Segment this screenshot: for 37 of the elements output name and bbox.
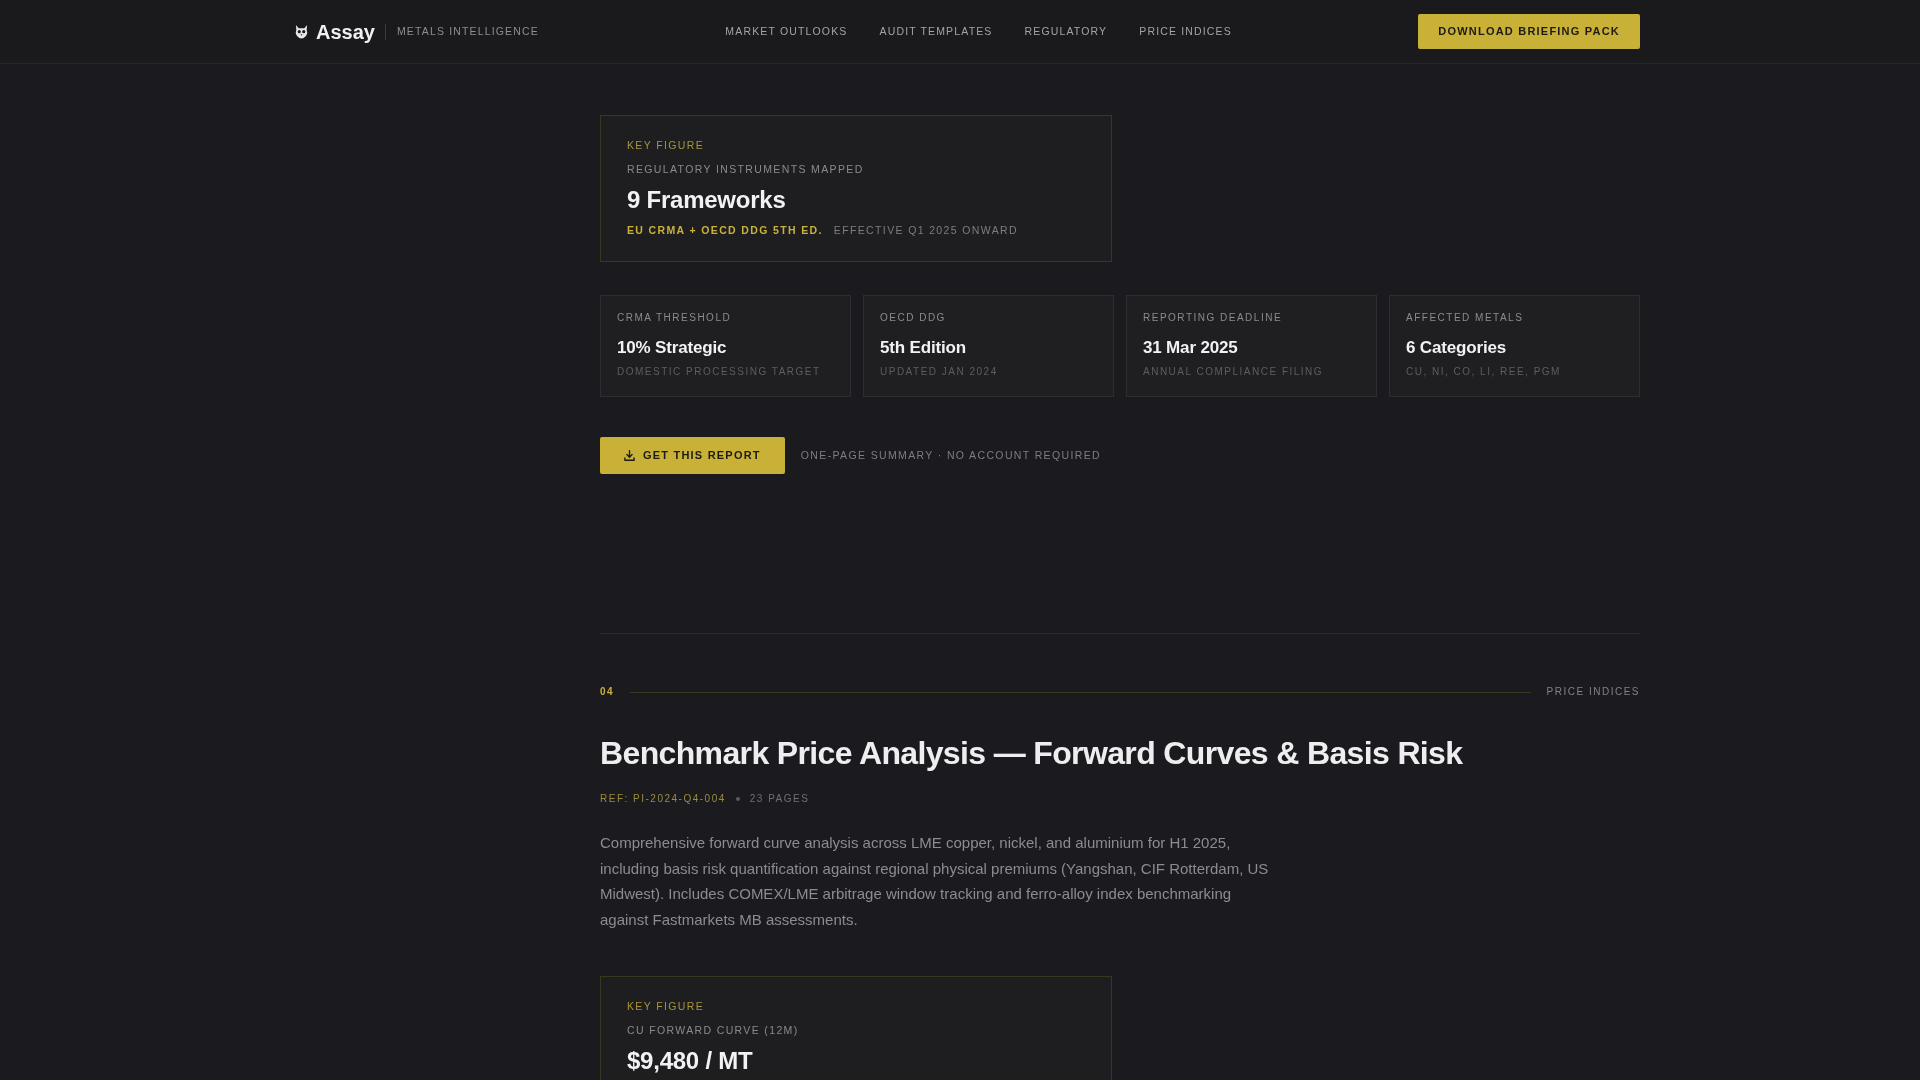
section-title: Benchmark Price Analysis — Forward Curves & Basis Risk bbox=[600, 734, 1464, 773]
download-icon bbox=[624, 450, 635, 461]
nav-link[interactable]: PRICE INDICES bbox=[1139, 26, 1232, 37]
figure-value: 9 Frameworks bbox=[627, 186, 787, 214]
stat-value: 31 Mar 2025 bbox=[1143, 337, 1239, 359]
stat-label: OECD DDG bbox=[880, 311, 947, 325]
stat-label: REPORTING DEADLINE bbox=[1143, 311, 1284, 325]
figure-value: $9,480 / MT bbox=[627, 1047, 754, 1075]
stat-value: 6 Categories bbox=[1406, 337, 1507, 359]
owl-icon bbox=[294, 24, 309, 39]
stat-value: 5th Edition bbox=[880, 337, 967, 359]
stat-note: UPDATED JAN 2024 bbox=[880, 365, 999, 379]
brand-name[interactable]: Assay bbox=[316, 21, 375, 42]
stat-note: ANNUAL COMPLIANCE FILING bbox=[1143, 365, 1325, 379]
stat-label: AFFECTED METALS bbox=[1406, 311, 1525, 325]
stat-note: CU, NI, CO, LI, REE, PGM bbox=[1406, 365, 1562, 379]
eyebrow-label: KEY FIGURE bbox=[627, 138, 706, 152]
section-description: Comprehensive forward curve analysis across LME copper, nickel, and aluminium for H1 2025, including basis risk quantification against regional physical premiums (Yangshan, CIF Rotterdam, US Midwest). Includes COMEX/LME arbitrage window tracking and ferro-alloy index benchmarking against Fastmarkets MB assessments. bbox=[600, 833, 1270, 930]
eyebrow-label: KEY FIGURE bbox=[627, 999, 706, 1013]
section-number: 04 bbox=[600, 685, 615, 699]
page-count: 23 PAGES bbox=[749, 792, 810, 806]
stat-label: CRMA THRESHOLD bbox=[617, 311, 733, 325]
report-note: ONE-PAGE SUMMARY · NO ACCOUNT REQUIRED bbox=[800, 447, 1101, 463]
nav-link[interactable]: AUDIT TEMPLATES bbox=[879, 26, 993, 37]
stat-note: DOMESTIC PROCESSING TARGET bbox=[617, 365, 822, 379]
section-category: PRICE INDICES bbox=[1546, 685, 1640, 699]
stat-value: 10% Strategic bbox=[617, 337, 728, 359]
nav-link[interactable]: MARKET OUTLOOKS bbox=[725, 26, 848, 37]
get-report-button[interactable]: GET THIS REPORT bbox=[600, 437, 785, 474]
brand-tagline: METALS INTELLIGENCE bbox=[396, 26, 539, 37]
reference-code: REF: PI-2024-Q4-004 bbox=[600, 792, 726, 806]
figure-note: EFFECTIVE Q1 2025 ONWARD bbox=[833, 223, 1018, 237]
nav-link[interactable]: REGULATORY bbox=[1024, 26, 1108, 37]
figure-highlight: EU CRMA + OECD DDG 5TH ED. bbox=[627, 223, 823, 237]
download-briefing-button[interactable]: DOWNLOAD BRIEFING PACK bbox=[1418, 14, 1640, 49]
figure-label: REGULATORY INSTRUMENTS MAPPED bbox=[627, 162, 865, 176]
figure-label: CU FORWARD CURVE (12M) bbox=[627, 1023, 800, 1037]
